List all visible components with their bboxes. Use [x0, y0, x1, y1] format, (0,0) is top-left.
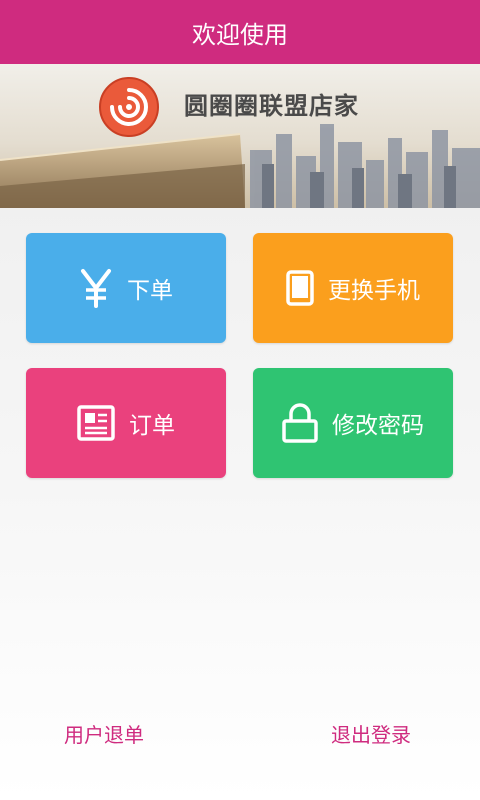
change-password-label: 修改密码: [332, 413, 424, 439]
phone-icon: [286, 270, 314, 306]
user-refund-link[interactable]: 用户退单: [64, 719, 144, 748]
page-title: 欢迎使用: [192, 20, 288, 49]
document-icon: [77, 404, 115, 442]
change-phone-button[interactable]: 更换手机: [253, 233, 453, 343]
change-phone-label: 更换手机: [328, 278, 420, 304]
title-bar: 欢迎使用: [0, 0, 480, 64]
orders-button[interactable]: 订单: [26, 368, 226, 478]
lock-icon: [282, 403, 318, 443]
orders-label: 订单: [129, 413, 175, 439]
logout-link[interactable]: 退出登录: [331, 719, 411, 748]
yen-icon: [79, 268, 113, 308]
place-order-button[interactable]: 下单: [26, 233, 226, 343]
banner: 圆圈圈联盟店家: [0, 64, 480, 208]
brand-name: 圆圈圈联盟店家: [184, 92, 359, 120]
change-password-button[interactable]: 修改密码: [253, 368, 453, 478]
brand-logo-icon: [99, 77, 159, 137]
place-order-label: 下单: [127, 278, 173, 304]
